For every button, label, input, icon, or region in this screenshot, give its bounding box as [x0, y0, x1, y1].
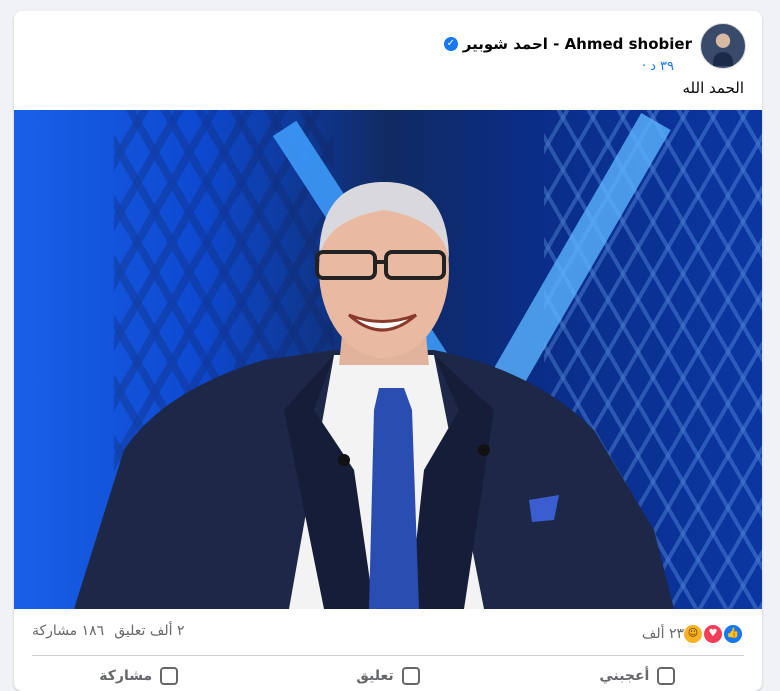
like-button[interactable]: أعجبني [513, 661, 762, 691]
post-photo[interactable] [14, 110, 762, 609]
share-button[interactable]: مشاركة [14, 661, 263, 691]
share-icon [160, 667, 179, 685]
haha-reaction-icon: ☺ [682, 623, 704, 645]
post-caption: الحمد الله [682, 79, 744, 97]
author-name[interactable]: Ahmed shobier - احمد شوبير [463, 35, 692, 53]
comments-count[interactable]: ٢ ألف تعليق [114, 623, 184, 639]
post-header: Ahmed shobier - احمد شوبير ✓ ٣٩ د · [30, 23, 746, 74]
author-line: Ahmed shobier - احمد شوبير ✓ [443, 35, 692, 53]
post-stats: 👍 ♥ ☺ ٢٣ ألف ٢ ألف تعليق ١٨٦ مشاركة [14, 611, 762, 655]
share-label: مشاركة [99, 668, 153, 684]
engagement-counts: ٢ ألف تعليق ١٨٦ مشاركة [32, 623, 184, 639]
verified-badge-icon: ✓ [443, 37, 458, 51]
comment-button[interactable]: تعليق [263, 661, 512, 691]
comment-label: تعليق [356, 668, 394, 684]
reactions-count[interactable]: ٢٣ ألف [642, 626, 684, 642]
shares-count[interactable]: ١٨٦ مشاركة [32, 623, 104, 639]
divider [32, 655, 744, 656]
love-reaction-icon: ♥ [702, 623, 724, 645]
like-reaction-icon: 👍 [722, 623, 744, 645]
comment-icon [401, 667, 420, 685]
reactions-summary[interactable]: 👍 ♥ ☺ ٢٣ ألف [642, 623, 744, 645]
post-actions: أعجبني تعليق مشاركة [14, 661, 762, 691]
like-label: أعجبني [599, 668, 650, 684]
man-in-suit-image [74, 182, 674, 609]
post-card: Ahmed shobier - احمد شوبير ✓ ٣٩ د · الحم… [14, 11, 762, 691]
avatar[interactable] [700, 23, 746, 69]
post-time[interactable]: ٣٩ د · [642, 59, 674, 74]
like-icon [657, 667, 676, 685]
